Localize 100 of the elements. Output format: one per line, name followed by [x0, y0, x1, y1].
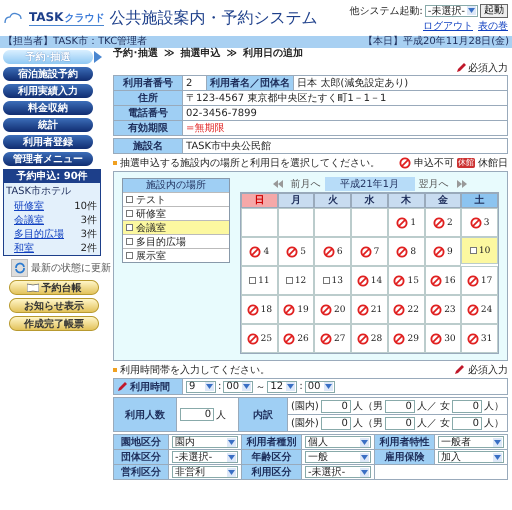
- breadcrumb-item: 抽選申込: [180, 48, 220, 60]
- place-item[interactable]: 会議室: [123, 220, 229, 234]
- hour-select[interactable]: 12: [267, 380, 298, 392]
- dropdown-arrow-icon: [286, 382, 296, 391]
- place-item[interactable]: テスト: [123, 192, 229, 206]
- calendar-day[interactable]: 27: [314, 324, 352, 353]
- breakdown-text: 人（男: [352, 400, 383, 413]
- prohibited-icon: [393, 274, 406, 286]
- checkbox[interactable]: [470, 247, 477, 254]
- checkbox[interactable]: [126, 196, 133, 203]
- calendar-day[interactable]: 21: [351, 295, 388, 324]
- prohibited-icon: [466, 332, 479, 344]
- count-input[interactable]: 0: [320, 400, 351, 412]
- calendar-day[interactable]: 20: [314, 295, 352, 324]
- checkbox[interactable]: [126, 238, 133, 245]
- room-link[interactable]: 研修室: [14, 199, 44, 213]
- count-input[interactable]: 0: [384, 416, 415, 430]
- calendar-day[interactable]: 15: [388, 266, 425, 295]
- calendar-day[interactable]: 7: [351, 237, 388, 266]
- count-input[interactable]: 0: [452, 416, 482, 430]
- option-select[interactable]: -未選択-: [305, 466, 371, 478]
- field-label: 内訳: [238, 398, 288, 432]
- calendar-day[interactable]: 2: [424, 208, 462, 237]
- calendar-day[interactable]: 13: [314, 266, 352, 295]
- launch-button[interactable]: 起動: [480, 4, 508, 18]
- option-select[interactable]: 一般者: [438, 436, 504, 448]
- checkbox[interactable]: [322, 277, 330, 284]
- weekday-header: 月: [278, 193, 314, 208]
- calendar-day[interactable]: 24: [461, 295, 498, 324]
- option-select[interactable]: 非営利: [172, 466, 238, 478]
- menu-button[interactable]: 利用実績入力: [3, 84, 93, 98]
- prohibited-icon: [430, 332, 442, 344]
- calendar-day[interactable]: 12: [278, 266, 314, 295]
- count-input[interactable]: 0: [180, 408, 214, 421]
- count-input[interactable]: 0: [384, 400, 415, 412]
- calendar-day[interactable]: 16: [424, 266, 462, 295]
- calendar-day[interactable]: 9: [424, 237, 462, 266]
- place-item[interactable]: 展示室: [123, 248, 229, 262]
- calendar-day[interactable]: 30: [424, 324, 462, 353]
- breakdown-text: (園外): [291, 417, 319, 430]
- action-button[interactable]: お知らせ表示: [9, 298, 99, 313]
- prev-month-link[interactable]: 前月へ: [290, 177, 320, 191]
- launcher-label: 他システム起動:: [349, 4, 423, 18]
- count-input[interactable]: 0: [452, 400, 482, 412]
- field-label: 雇用保険: [374, 450, 434, 464]
- option-select[interactable]: 園内: [172, 436, 238, 448]
- calendar-day[interactable]: 3: [461, 208, 498, 237]
- room-link[interactable]: 会議室: [14, 213, 44, 227]
- action-button[interactable]: 作成完了帳票: [9, 316, 99, 331]
- prohibited-icon: [466, 274, 479, 286]
- place-item[interactable]: 多目的広場: [123, 234, 229, 248]
- menu-button[interactable]: 料金収納: [3, 101, 93, 115]
- minute-select[interactable]: 00: [223, 380, 254, 392]
- calendar-day[interactable]: 5: [278, 237, 314, 266]
- calendar-day[interactable]: 23: [424, 295, 462, 324]
- calendar-day[interactable]: 26: [278, 324, 314, 353]
- calendar-day[interactable]: 1: [388, 208, 425, 237]
- calendar-day[interactable]: 22: [388, 295, 425, 324]
- room-link[interactable]: 和室: [14, 241, 34, 255]
- calendar-day[interactable]: 31: [461, 324, 498, 353]
- calendar-day[interactable]: 17: [461, 266, 498, 295]
- room-count: 10件: [74, 200, 97, 213]
- header-link[interactable]: 表の巻: [478, 18, 508, 32]
- calendar-day[interactable]: 18: [241, 295, 278, 324]
- calendar-day[interactable]: 10: [461, 237, 498, 264]
- calendar-day[interactable]: 8: [388, 237, 425, 266]
- calendar-day[interactable]: 14: [351, 266, 388, 295]
- calendar-day[interactable]: 4: [241, 237, 278, 266]
- header-link[interactable]: ログアウト: [423, 18, 473, 32]
- menu-button[interactable]: 統計: [3, 118, 93, 132]
- month-label: 平成21年1月: [324, 177, 414, 191]
- next-month-link[interactable]: 翌月へ: [418, 177, 448, 191]
- hour-select[interactable]: 9: [186, 380, 216, 392]
- option-select[interactable]: 個人: [305, 436, 371, 448]
- option-select[interactable]: 加入: [438, 451, 504, 463]
- calendar-day[interactable]: 28: [351, 324, 388, 353]
- system-select[interactable]: -未選択-: [424, 4, 478, 16]
- calendar-day[interactable]: 11: [241, 266, 278, 295]
- refresh-button[interactable]: [11, 259, 28, 277]
- checkbox[interactable]: [249, 277, 256, 284]
- menu-button[interactable]: 管理者メニュー: [3, 152, 93, 166]
- calendar-day[interactable]: 29: [388, 324, 425, 353]
- menu-button[interactable]: 宿泊施設予約: [3, 67, 93, 81]
- option-select[interactable]: 一般: [305, 451, 371, 463]
- calendar-day[interactable]: 25: [241, 324, 278, 353]
- menu-button[interactable]: 利用者登録: [3, 135, 93, 149]
- calendar-day[interactable]: 6: [314, 237, 352, 266]
- prohibited-icon: [356, 304, 369, 316]
- minute-select[interactable]: 00: [304, 380, 335, 392]
- closed-badge: 休館: [457, 158, 475, 168]
- checkbox[interactable]: [126, 210, 133, 217]
- weekday-header: 火: [314, 193, 352, 208]
- checkbox[interactable]: [126, 224, 133, 231]
- count-input[interactable]: 0: [320, 416, 351, 430]
- calendar-day[interactable]: 19: [278, 295, 314, 324]
- room-link[interactable]: 多目的広場: [14, 227, 64, 241]
- option-select[interactable]: -未選択-: [172, 451, 238, 463]
- checkbox[interactable]: [126, 252, 133, 259]
- action-button[interactable]: 予約台帳: [9, 280, 99, 295]
- checkbox[interactable]: [286, 277, 293, 284]
